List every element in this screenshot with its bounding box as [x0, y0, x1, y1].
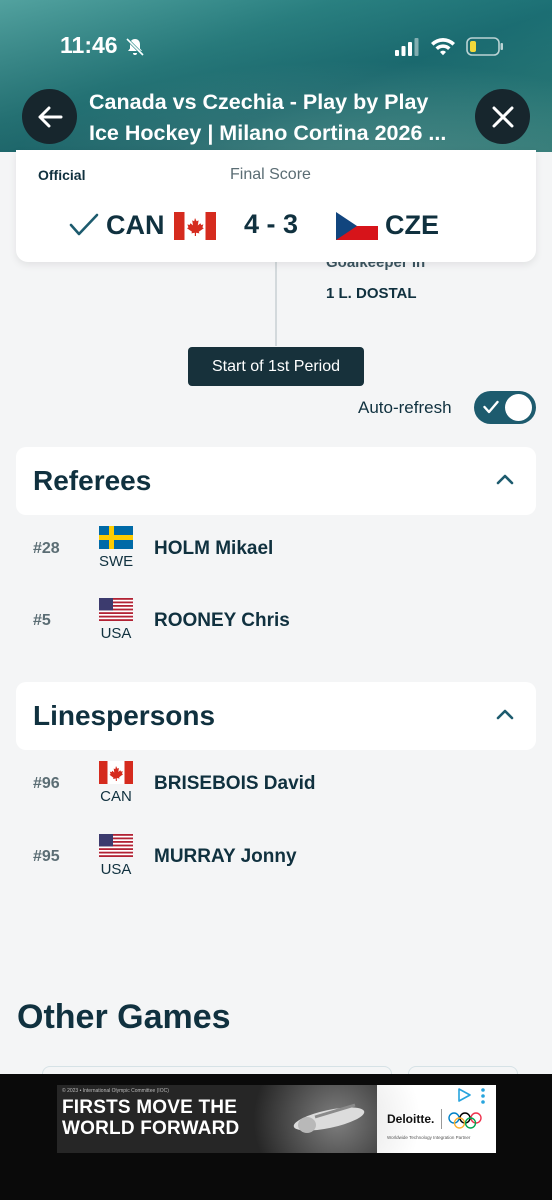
- official-nation: SWE: [99, 553, 134, 570]
- official-name: MURRAY Jonny: [154, 846, 297, 867]
- canada-flag-icon: [174, 212, 216, 240]
- ad-slogan: FIRSTS MOVE THE WORLD FORWARD: [62, 1097, 239, 1139]
- usa-flag-icon: [99, 834, 133, 857]
- ad-divider: [441, 1109, 442, 1129]
- page-title-line1: Canada vs Czechia - Play by Play: [89, 90, 429, 114]
- score-card[interactable]: Official Final Score CAN 4 - 3 CZE: [16, 150, 536, 262]
- official-name: BRISEBOIS David: [154, 773, 316, 794]
- adchoices-icon[interactable]: [457, 1088, 471, 1102]
- official-nation: USA: [100, 861, 132, 878]
- referee-row: #5 USA ROONEY Chris: [0, 598, 552, 658]
- status-time: 11:46: [60, 32, 118, 58]
- ad-area: © 2023 • International Olympic Committee…: [0, 1074, 552, 1200]
- czechia-flag-icon: [336, 212, 378, 240]
- close-icon: [492, 106, 513, 127]
- linesperson-row: #95 USA MURRAY Jonny: [0, 834, 552, 894]
- olympic-rings-icon: [448, 1112, 482, 1129]
- page-title: Canada vs Czechia - Play by Play Ice Hoc…: [89, 87, 469, 149]
- official-number: #5: [33, 612, 51, 629]
- ad-slogan-line1: FIRSTS MOVE THE: [62, 1097, 238, 1118]
- ad-image-panel: © 2023 • International Olympic Committee…: [57, 1085, 437, 1153]
- wifi-icon: [431, 38, 455, 56]
- chevron-up-icon[interactable]: [496, 473, 514, 485]
- ad-brand: Deloitte.: [387, 1112, 435, 1126]
- period-marker: Start of 1st Period: [188, 347, 364, 386]
- linespersons-header[interactable]: Linespersons: [16, 682, 536, 750]
- status-bar: 11:46: [0, 30, 552, 64]
- ad-banner[interactable]: © 2023 • International Olympic Committee…: [57, 1085, 496, 1153]
- signal-icon: [395, 38, 419, 56]
- arrow-left-icon: [38, 106, 62, 127]
- event-player: 1 L. DOSTAL: [326, 285, 417, 302]
- referee-row: #28 SWE HOLM Mikael: [0, 526, 552, 586]
- page-title-line2: Ice Hockey | Milano Cortina 2026 ...: [89, 121, 447, 145]
- more-vertical-icon[interactable]: [480, 1088, 486, 1104]
- final-score-label: Final Score: [230, 166, 311, 183]
- close-button[interactable]: [475, 89, 530, 144]
- official-number: #28: [33, 540, 60, 557]
- back-button[interactable]: [22, 89, 77, 144]
- battery-icon: [466, 37, 503, 56]
- bell-slash-icon: [125, 37, 145, 57]
- official-nation: USA: [100, 625, 132, 642]
- canada-flag-icon: [99, 761, 133, 784]
- ad-tagline: Worldwide Technology Integration Partner: [387, 1135, 471, 1140]
- official-name: HOLM Mikael: [154, 538, 274, 559]
- referees-header[interactable]: Referees: [16, 447, 536, 515]
- other-games-title: Other Games: [17, 998, 231, 1036]
- usa-flag-icon: [99, 598, 133, 621]
- auto-refresh-toggle[interactable]: [474, 391, 536, 424]
- final-score: 4 - 3: [244, 209, 299, 239]
- linesperson-row: #96 CAN BRISEBOIS David: [0, 761, 552, 821]
- timeline-line: [275, 262, 277, 346]
- official-number: #95: [33, 848, 60, 865]
- official-nation: CAN: [100, 788, 132, 805]
- official-name: ROONEY Chris: [154, 610, 290, 631]
- check-icon: [483, 400, 499, 414]
- team-b-code: CZE: [385, 210, 439, 240]
- team-a-code: CAN: [106, 210, 165, 240]
- linespersons-title: Linespersons: [33, 700, 216, 731]
- sweden-flag-icon: [99, 526, 133, 549]
- official-label: Official: [38, 167, 86, 183]
- ad-copyright: © 2023 • International Olympic Committee…: [62, 1088, 169, 1094]
- checkmark-icon: [69, 213, 99, 236]
- official-number: #96: [33, 775, 60, 792]
- ad-slogan-line2: WORLD FORWARD: [62, 1118, 240, 1139]
- chevron-up-icon[interactable]: [496, 708, 514, 720]
- luge-athlete-image: [293, 1103, 365, 1133]
- toggle-knob: [505, 394, 532, 421]
- auto-refresh-label: Auto-refresh: [358, 398, 452, 417]
- referees-title: Referees: [33, 465, 152, 496]
